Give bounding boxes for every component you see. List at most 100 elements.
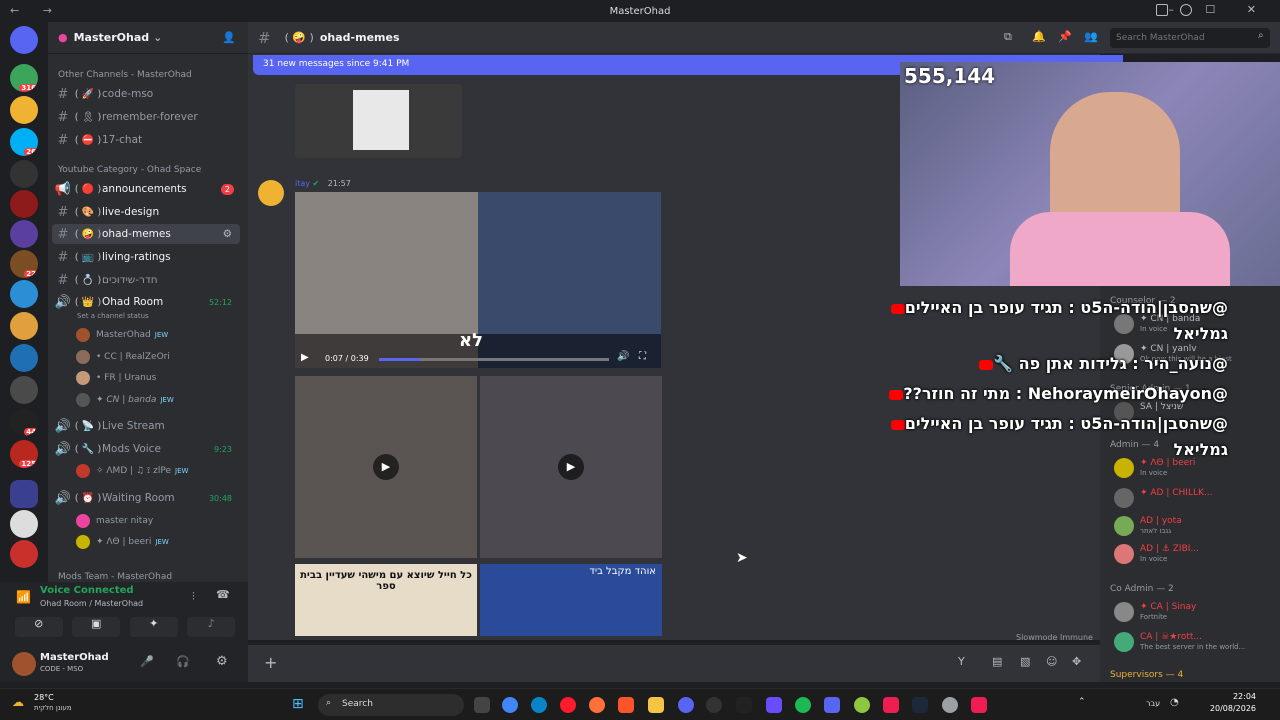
edge-icon[interactable] [531, 697, 547, 713]
server-icon[interactable]: 316 [10, 64, 38, 92]
avatar[interactable] [258, 180, 284, 206]
server-icon[interactable] [10, 160, 38, 188]
video-thumbnail[interactable]: ▶ [295, 376, 477, 558]
camera-off-icon[interactable]: ⊘ [14, 617, 63, 637]
channel-17-chat[interactable]: #( ⛔ ) 17-chat [52, 130, 240, 150]
add-member-icon[interactable]: 👤 [222, 31, 236, 44]
app-icon[interactable] [824, 697, 840, 713]
file-explorer-icon[interactable] [648, 697, 664, 713]
server-icon[interactable] [10, 540, 38, 568]
threads-icon[interactable]: ⧉ [1004, 30, 1012, 44]
image-attachment[interactable] [295, 84, 462, 158]
server-icon[interactable] [10, 280, 38, 308]
taskbar-search[interactable]: ⌕ Search [318, 694, 464, 716]
voice-user[interactable]: ✦ CN | banda JEW [76, 390, 174, 410]
voice-user[interactable]: ✦ ΛΘ | beeri JEW [76, 532, 169, 552]
gif-icon[interactable]: ▤ [992, 655, 1002, 668]
steam-icon[interactable] [912, 697, 928, 713]
apps-icon[interactable]: ✥ [1072, 655, 1081, 668]
tray-chevron-icon[interactable]: ⌃ [1078, 697, 1086, 707]
voice-location[interactable]: Ohad Room / MasterOhad [40, 599, 143, 608]
server-icon[interactable]: 125 [10, 440, 38, 468]
settings-icon[interactable] [942, 697, 958, 713]
play-icon[interactable]: ▶ [373, 454, 399, 480]
voice-channel-waiting-room[interactable]: 🔊( ⏰ ) Waiting Room 30:48 [52, 488, 240, 508]
channel-remember-forever[interactable]: #( 🎗 ) remember-forever [52, 107, 240, 127]
category-mods[interactable]: Mods Team - MasterOhad [58, 572, 172, 582]
server-icon[interactable]: 44 [10, 408, 38, 436]
channel-announcements[interactable]: 📢( 🔴 ) announcements 2 [52, 179, 240, 199]
window-controls[interactable]: – ☐ ✕ [1168, 3, 1270, 16]
task-view-icon[interactable] [474, 697, 490, 713]
category-youtube[interactable]: Youtube Category - Ohad Space [58, 165, 201, 175]
server-icon[interactable] [10, 344, 38, 372]
member[interactable]: ✦ AD | CHILLK... [1112, 486, 1280, 510]
start-icon[interactable]: ⊞ [292, 696, 304, 712]
app-icon[interactable] [854, 697, 870, 713]
server-icon[interactable]: 22 [10, 250, 38, 278]
voice-user[interactable]: • CC | RealZeOri [76, 347, 174, 367]
activities-icon[interactable]: ✦ [129, 617, 178, 637]
voice-user[interactable]: ✧ ΛΜD | ♫ ⟟ zlPe JEW [76, 461, 188, 481]
input-language[interactable]: עבר [1146, 699, 1160, 708]
tiktok-icon[interactable] [971, 697, 987, 713]
app-icon[interactable] [766, 697, 782, 713]
inbox-icon[interactable] [1156, 4, 1168, 16]
members-icon[interactable]: 👥 [1084, 30, 1098, 43]
firefox-icon[interactable] [589, 697, 605, 713]
volume-icon[interactable]: 🔊 [617, 351, 629, 362]
tiktok-icon[interactable] [883, 697, 899, 713]
soundboard-icon[interactable]: ♪ [187, 617, 236, 637]
voice-channel-live-stream[interactable]: 🔊( 📡 ) Live Stream [52, 416, 240, 436]
discord-icon[interactable] [678, 697, 694, 713]
channel-living-ratings[interactable]: #( 📺 ) living-ratings [52, 247, 240, 267]
chrome-icon[interactable] [502, 697, 518, 713]
server-header[interactable]: ● MasterOhad ⌄ 👤 [48, 22, 248, 54]
server-icon[interactable] [10, 376, 38, 404]
opera-icon[interactable] [560, 697, 576, 713]
settings-icon[interactable]: ⚙ [223, 228, 232, 240]
member[interactable]: CA | ☠★rott... The best server in the wor… [1112, 630, 1280, 654]
user-name[interactable]: MasterOhad [40, 652, 109, 663]
channel-matchmaking[interactable]: #( 💍 ) חדר-שידוכים [52, 270, 240, 290]
video-thumbnail[interactable]: אוהד מקבל ביד [480, 564, 662, 636]
spotify-icon[interactable] [795, 697, 811, 713]
wifi-icon[interactable]: ◔ [1170, 697, 1179, 708]
member[interactable]: AD | yota גנבו לאתר [1112, 514, 1280, 538]
channel-ohad-memes[interactable]: #( 🤪 ) ohad-memes ⚙ [52, 224, 240, 244]
video-thumbnail[interactable]: כל חייל שיוצא עם מישהי שעדיין בבית ספר [295, 564, 477, 636]
channel-code-mso[interactable]: #( 🚀 ) code-mso [52, 84, 240, 104]
voice-user[interactable]: • FR | Uranus [76, 368, 160, 388]
play-icon[interactable]: ▶ [558, 454, 584, 480]
server-icon[interactable] [10, 190, 38, 218]
emoji-icon[interactable]: ☺ [1046, 655, 1057, 668]
author-name[interactable]: itay [295, 179, 310, 188]
clock-time[interactable]: 22:04 [1226, 692, 1256, 701]
clock-date[interactable]: 20/08/2026 [1206, 704, 1256, 713]
server-icon[interactable] [10, 510, 38, 538]
member[interactable]: ✦ CA | Sinay Fortnite [1112, 600, 1280, 624]
disconnect-icon[interactable]: ☎ [216, 588, 230, 601]
voice-status[interactable]: Voice Connected [40, 585, 134, 596]
screen-share-icon[interactable]: ▣ [72, 617, 121, 637]
search-input[interactable] [1110, 28, 1270, 48]
member[interactable]: AD | ⚓ ZIBI... In voice [1112, 542, 1280, 566]
server-icon[interactable] [10, 220, 38, 248]
channel-status[interactable]: Set a channel status [77, 312, 149, 320]
bell-icon[interactable]: 🔔 [1032, 30, 1046, 43]
server-icon-home[interactable] [10, 26, 38, 54]
voice-user[interactable]: master nitay [76, 511, 157, 531]
pin-icon[interactable]: 📌 [1058, 30, 1072, 43]
mute-icon[interactable]: 🎤 [140, 655, 154, 668]
app-icon[interactable] [706, 697, 722, 713]
video-seek-bar[interactable] [379, 358, 609, 361]
video-player[interactable]: לא ▶ 0:07 / 0:39 🔊 ⛶ [295, 192, 661, 368]
settings-icon[interactable]: ⚙ [216, 654, 228, 669]
noise-icon[interactable]: ⫶ [192, 590, 195, 604]
weather-temp[interactable]: 28°C [34, 693, 54, 702]
sticker-icon[interactable]: ▧ [1020, 655, 1030, 668]
server-icon[interactable] [10, 96, 38, 124]
add-attachment-icon[interactable]: + [264, 653, 277, 672]
play-icon[interactable]: ▶ [301, 352, 309, 363]
voice-channel-mods-voice[interactable]: 🔊( 🔧 ) Mods Voice 9:23 [52, 439, 240, 459]
